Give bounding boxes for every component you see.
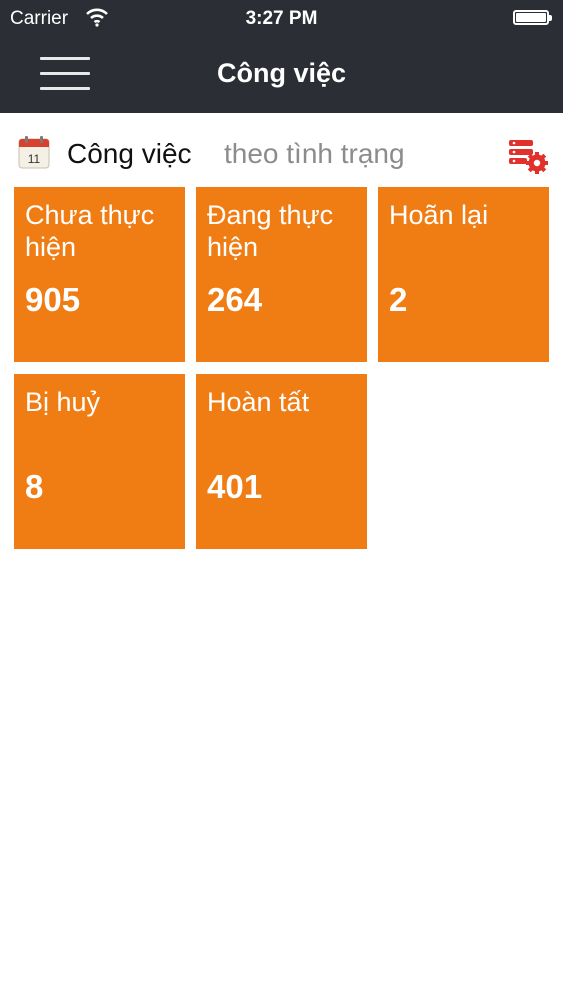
status-tile-not-started[interactable]: Chưa thực hiện 905 (14, 187, 185, 362)
tile-count: 264 (207, 281, 263, 318)
tile-count: 8 (25, 468, 44, 505)
section-header: 11 Công việc theo tình trạng (0, 130, 563, 178)
status-bar: Carrier 3:27 PM (0, 0, 563, 40)
settings-icon[interactable] (508, 138, 548, 174)
tile-label: Hoàn tất (207, 387, 310, 417)
tile-count: 2 (389, 281, 408, 318)
tile-label: Chưa thực hiện (25, 200, 155, 262)
tile-count: 905 (25, 281, 81, 318)
tile-count: 401 (207, 468, 263, 505)
page-title: Công việc (216, 58, 347, 88)
navigation-bar: Carrier 3:27 PM Công việc (0, 0, 563, 113)
battery-icon (513, 10, 552, 25)
tile-label: Hoãn lại (389, 200, 489, 230)
tile-label: Đang thực hiện (207, 200, 334, 262)
calendar-day: 11 (28, 152, 41, 166)
status-tile-postponed[interactable]: Hoãn lại 2 (378, 187, 549, 362)
tile-label: Bị huỷ (25, 387, 101, 417)
section-title: Công việc (67, 138, 192, 169)
calendar-icon: 11 (18, 136, 50, 169)
section-subtitle: theo tình trạng (224, 138, 405, 169)
status-tile-in-progress[interactable]: Đang thực hiện 264 (196, 187, 367, 362)
status-tile-cancelled[interactable]: Bị huỷ 8 (14, 374, 185, 549)
status-tile-completed[interactable]: Hoàn tất 401 (196, 374, 367, 549)
clock: 3:27 PM (245, 8, 318, 29)
